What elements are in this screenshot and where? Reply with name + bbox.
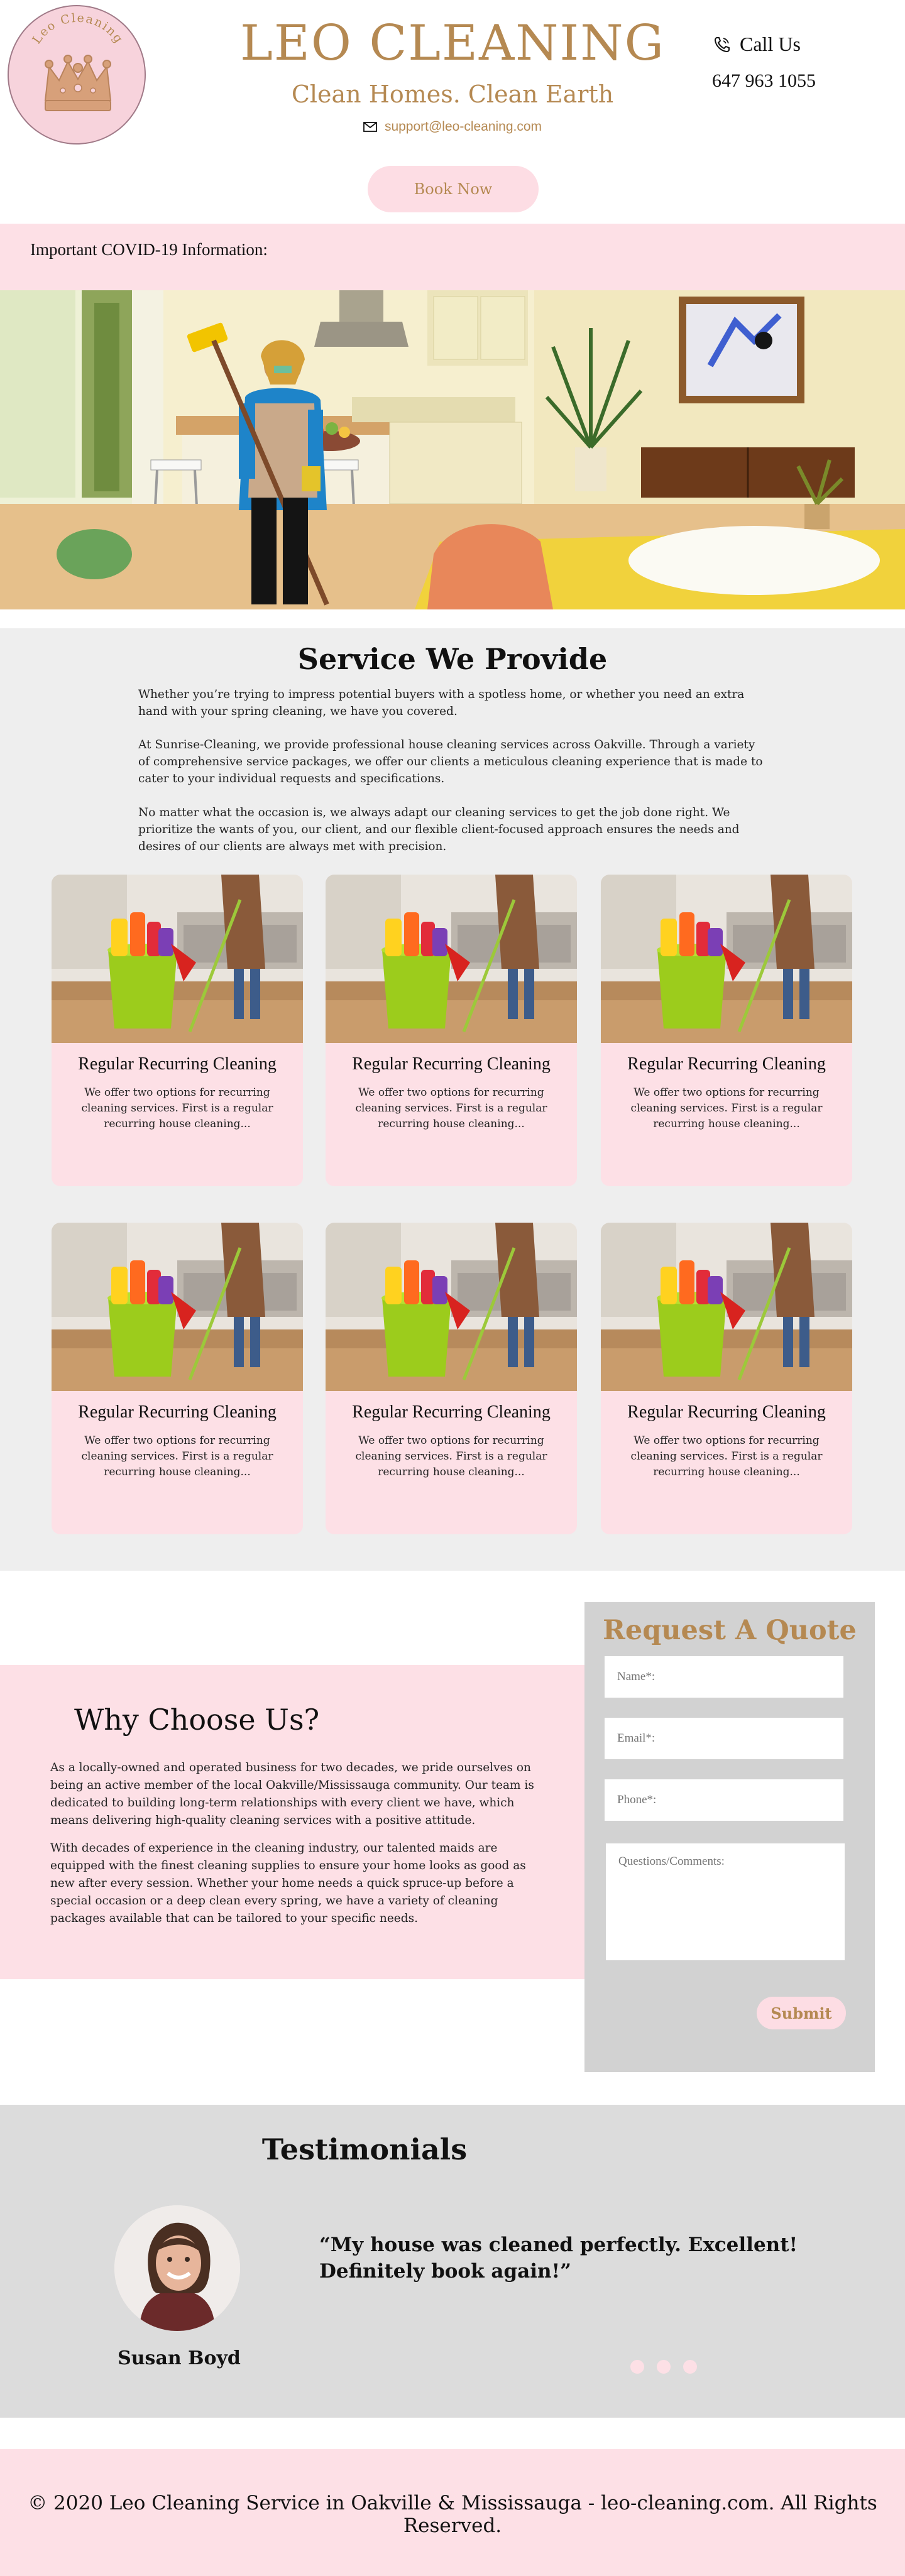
testimonial-author: Susan Boyd: [118, 2347, 241, 2369]
footer-text: © 2020 Leo Cleaning Service in Oakville …: [28, 2492, 877, 2537]
brand-title: LEO CLEANING: [240, 15, 665, 72]
services-paragraph: Whether you’re trying to impress potenti…: [138, 688, 745, 718]
covid-banner[interactable]: Important COVID-19 Information:: [0, 224, 905, 290]
logo[interactable]: Leo Cleaning: [8, 5, 146, 145]
service-card-description: We offer two options for recurring clean…: [630, 1434, 823, 1478]
cleaning-bucket-photo: [52, 875, 303, 1043]
service-card-image[interactable]: [601, 875, 852, 1043]
envelope-icon: [363, 122, 377, 132]
call-label: Call Us: [740, 33, 801, 55]
svg-text:Leo Cleaning: Leo Cleaning: [30, 11, 126, 46]
service-card-title[interactable]: Regular Recurring Cleaning: [601, 1054, 852, 1074]
service-card-title[interactable]: Regular Recurring Cleaning: [326, 1402, 577, 1422]
phone-number[interactable]: 647 963 1055: [712, 70, 816, 92]
service-card-description: We offer two options for recurring clean…: [81, 1086, 273, 1130]
service-card-description: We offer two options for recurring clean…: [355, 1086, 547, 1130]
service-card-title[interactable]: Regular Recurring Cleaning: [601, 1402, 852, 1422]
testimonials-title: Testimonials: [261, 2132, 468, 2166]
avatar: [114, 2205, 240, 2331]
phone-field[interactable]: [605, 1779, 843, 1821]
carousel-dot[interactable]: [683, 2360, 697, 2374]
carousel-dot[interactable]: [657, 2360, 671, 2374]
crown-logo-icon: Leo Cleaning: [30, 11, 126, 111]
book-now-button[interactable]: Book Now: [368, 166, 539, 212]
service-card-title[interactable]: Regular Recurring Cleaning: [52, 1402, 303, 1422]
service-card-description: We offer two options for recurring clean…: [355, 1434, 547, 1478]
email-link[interactable]: support@leo-cleaning.com: [339, 119, 566, 134]
logo-text: Leo Cleaning: [30, 11, 124, 46]
service-card-description: We offer two options for recurring clean…: [630, 1086, 823, 1130]
service-card[interactable]: Regular Recurring Cleaning We offer two …: [601, 1223, 852, 1534]
cleaning-bucket-photo: [326, 1223, 577, 1391]
service-card-title[interactable]: Regular Recurring Cleaning: [326, 1054, 577, 1074]
carousel-dot[interactable]: [630, 2360, 644, 2374]
service-card-image[interactable]: [52, 875, 303, 1043]
why-paragraph: With decades of experience in the cleani…: [50, 1842, 526, 1925]
cleaning-bucket-photo: [326, 875, 577, 1043]
comments-field[interactable]: [606, 1843, 845, 1960]
service-card-image[interactable]: [326, 875, 577, 1043]
hero-illustration: [0, 290, 905, 609]
service-card[interactable]: Regular Recurring Cleaning We offer two …: [326, 1223, 577, 1534]
service-card[interactable]: Regular Recurring Cleaning We offer two …: [601, 875, 852, 1186]
phone-icon: [714, 36, 730, 52]
service-card[interactable]: Regular Recurring Cleaning We offer two …: [326, 875, 577, 1186]
service-card[interactable]: Regular Recurring Cleaning We offer two …: [52, 875, 303, 1186]
quote-title: Request A Quote: [603, 1615, 857, 1646]
name-field[interactable]: [605, 1656, 843, 1698]
service-card-title[interactable]: Regular Recurring Cleaning: [52, 1054, 303, 1074]
service-card-image[interactable]: [52, 1223, 303, 1391]
service-card-image[interactable]: [601, 1223, 852, 1391]
cleaning-bucket-photo: [52, 1223, 303, 1391]
tagline: Clean Homes. Clean Earth: [291, 80, 614, 108]
footer: © 2020 Leo Cleaning Service in Oakville …: [0, 2449, 905, 2576]
email-text: support@leo-cleaning.com: [384, 119, 542, 134]
service-card[interactable]: Regular Recurring Cleaning We offer two …: [52, 1223, 303, 1534]
service-card-image[interactable]: [326, 1223, 577, 1391]
services-paragraph: No matter what the occasion is, we alway…: [138, 806, 740, 853]
service-card-description: We offer two options for recurring clean…: [81, 1434, 273, 1478]
covid-text: Important COVID-19 Information:: [30, 240, 268, 259]
email-field[interactable]: [605, 1718, 843, 1759]
submit-button[interactable]: Submit: [757, 1997, 846, 2029]
services-title: Service We Provide: [297, 642, 608, 676]
services-paragraph: At Sunrise-Cleaning, we provide professi…: [138, 738, 763, 785]
cleaning-bucket-photo: [601, 875, 852, 1043]
why-paragraph: As a locally-owned and operated business…: [50, 1761, 534, 1827]
call-us[interactable]: Call Us: [713, 33, 801, 56]
testimonial-quote: “My house was cleaned perfectly. Excelle…: [319, 2234, 798, 2283]
why-title: Why Choose Us?: [74, 1703, 320, 1737]
cleaning-bucket-photo: [601, 1223, 852, 1391]
